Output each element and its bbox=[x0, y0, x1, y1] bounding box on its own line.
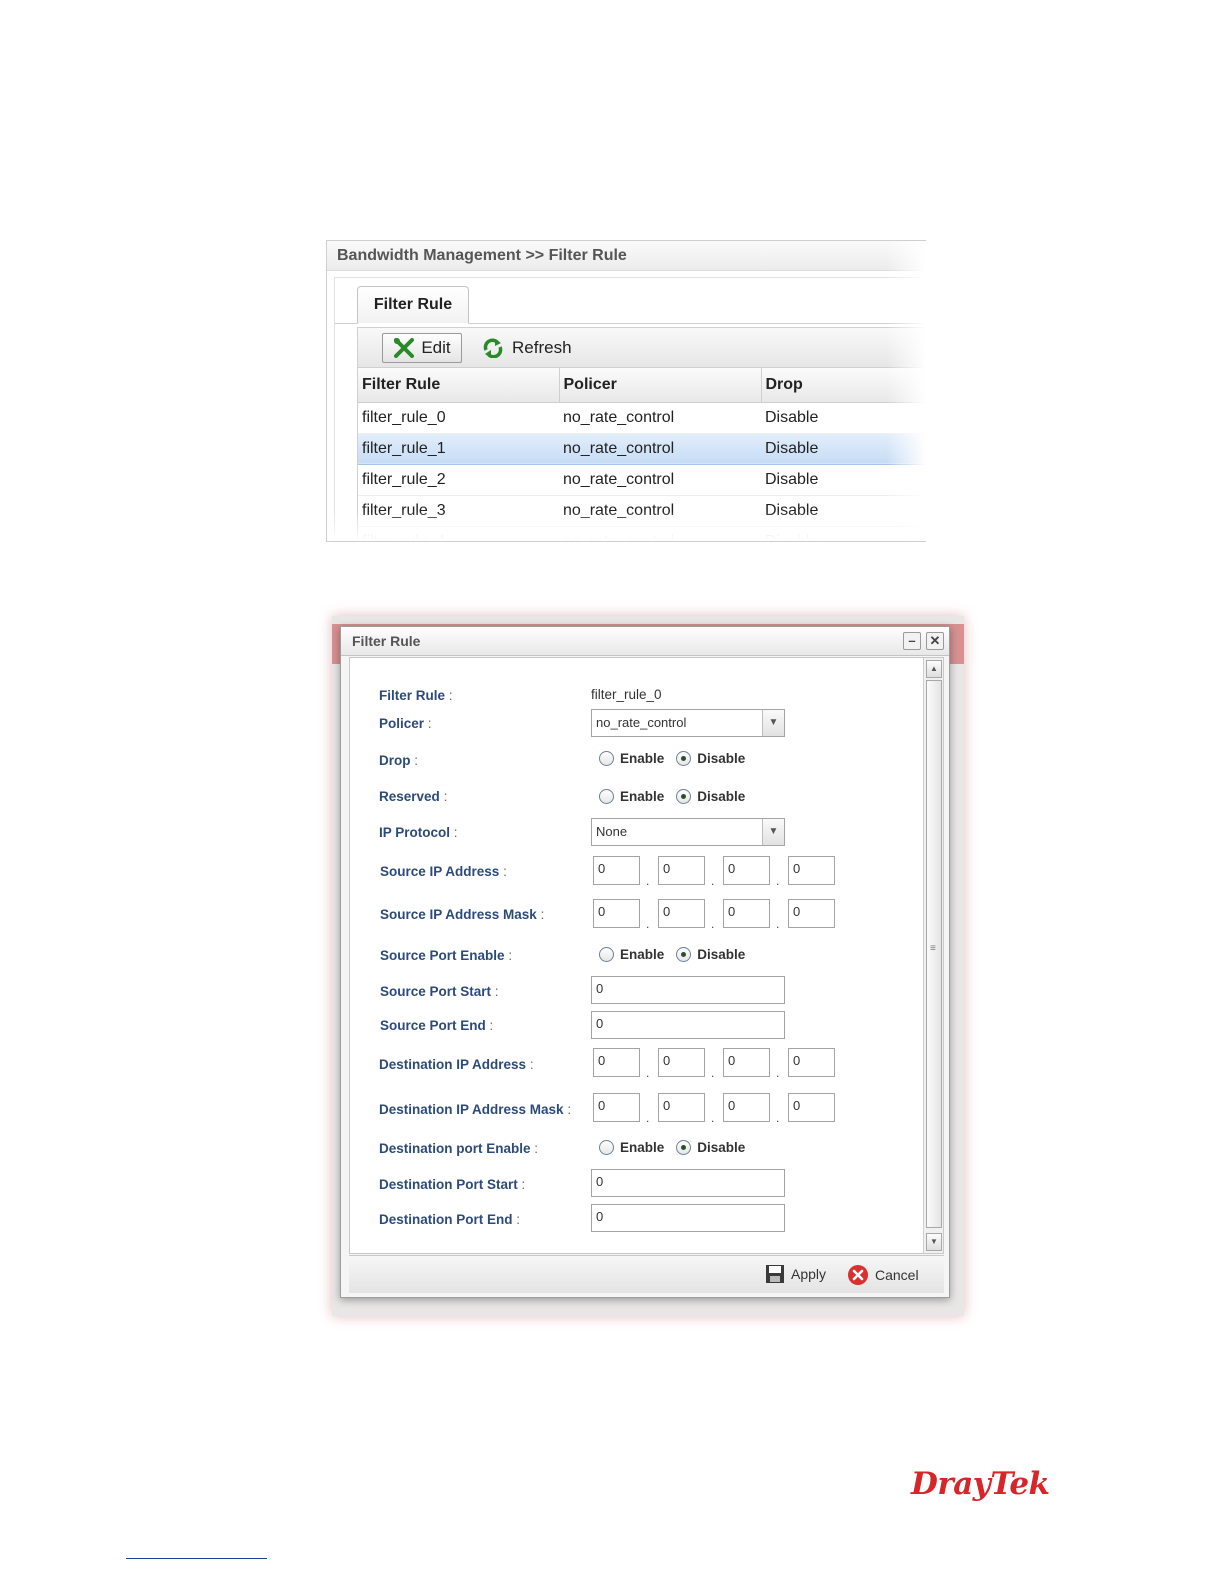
dest-ip-octet-3[interactable]: 0 bbox=[723, 1048, 770, 1077]
policer-select[interactable]: no_rate_control ▼ bbox=[591, 709, 785, 737]
cell-rule: filter_rule_2 bbox=[358, 464, 559, 496]
tab-filter-rule[interactable]: Filter Rule bbox=[357, 286, 469, 324]
chevron-down-icon[interactable]: ▼ bbox=[762, 819, 784, 845]
dest-mask-octet-3[interactable]: 0 bbox=[723, 1093, 770, 1122]
refresh-label: Refresh bbox=[512, 338, 572, 357]
dest-port-enable-radio[interactable]: Enable bbox=[599, 1140, 664, 1155]
toolbar: Edit Refresh bbox=[358, 328, 926, 368]
draytek-logo: DrayTek bbox=[911, 1466, 1050, 1502]
dest-ip-mask-label: Destination IP Address Mask : bbox=[379, 1102, 572, 1117]
source-port-start-input[interactable]: 0 bbox=[591, 976, 785, 1004]
source-port-enable-radio[interactable]: Enable bbox=[599, 947, 664, 962]
source-port-end-label: Source Port End : bbox=[380, 1018, 494, 1033]
reserved-radio-group: Enable Disable bbox=[599, 789, 757, 804]
edit-button[interactable]: Edit bbox=[382, 333, 462, 363]
dest-mask-octet-1[interactable]: 0 bbox=[593, 1093, 640, 1122]
scrollbar[interactable]: ▲ ≡ ▼ bbox=[923, 658, 943, 1253]
filter-rule-value: filter_rule_0 bbox=[591, 687, 662, 702]
source-mask-octet-1[interactable]: 0 bbox=[593, 899, 640, 928]
source-port-enable-label: Source Port Enable : bbox=[380, 948, 513, 963]
dest-port-disable-radio[interactable]: Disable bbox=[676, 1140, 745, 1155]
dest-port-enable-label: Destination port Enable : bbox=[379, 1141, 539, 1156]
policer-selected: no_rate_control bbox=[596, 715, 687, 730]
table-row[interactable]: filter_rule_2 no_rate_control Disable bbox=[358, 464, 926, 496]
ip-protocol-select[interactable]: None ▼ bbox=[591, 818, 785, 846]
apply-label: Apply bbox=[791, 1266, 827, 1282]
filter-rule-list-window: Bandwidth Management >> Filter Rule Filt… bbox=[326, 240, 926, 542]
edit-tools-icon bbox=[394, 338, 415, 358]
save-icon bbox=[766, 1265, 784, 1283]
source-mask-octet-4[interactable]: 0 bbox=[788, 899, 835, 928]
ip-protocol-selected: None bbox=[596, 824, 628, 839]
drop-radio-group: Enable Disable bbox=[599, 751, 757, 766]
policer-label: Policer : bbox=[379, 716, 432, 731]
drop-enable-radio[interactable]: Enable bbox=[599, 751, 664, 766]
source-ip-octet-3[interactable]: 0 bbox=[723, 856, 770, 885]
window-title: Bandwidth Management >> Filter Rule bbox=[327, 241, 926, 271]
chevron-down-icon[interactable]: ▼ bbox=[762, 710, 784, 736]
cell-policer: no_rate_control bbox=[559, 433, 761, 465]
drop-label: Drop : bbox=[379, 753, 419, 768]
source-port-end-input[interactable]: 0 bbox=[591, 1011, 785, 1039]
dest-mask-octet-4[interactable]: 0 bbox=[788, 1093, 835, 1122]
minimize-icon[interactable]: – bbox=[903, 632, 921, 650]
source-port-start-label: Source Port Start : bbox=[380, 984, 499, 999]
dest-ip-octet-4[interactable]: 0 bbox=[788, 1048, 835, 1077]
source-ip-octet-4[interactable]: 0 bbox=[788, 856, 835, 885]
edit-label: Edit bbox=[421, 338, 451, 357]
ip-protocol-label: IP Protocol : bbox=[379, 825, 458, 840]
scroll-down-icon[interactable]: ▼ bbox=[926, 1233, 942, 1251]
footer-link-underline[interactable] bbox=[126, 1558, 267, 1559]
table-row-selected[interactable]: filter_rule_1 no_rate_control Disable bbox=[358, 433, 926, 465]
close-icon[interactable]: ✕ bbox=[926, 632, 944, 650]
drop-disable-radio[interactable]: Disable bbox=[676, 751, 745, 766]
filter-rule-label: Filter Rule : bbox=[379, 688, 453, 703]
dest-port-start-label: Destination Port Start : bbox=[379, 1177, 526, 1192]
column-header[interactable]: Policer bbox=[559, 368, 762, 403]
dialog-title: Filter Rule bbox=[352, 633, 421, 649]
source-mask-octet-2[interactable]: 0 bbox=[658, 899, 705, 928]
cancel-icon bbox=[848, 1265, 868, 1285]
source-ip-label: Source IP Address : bbox=[380, 864, 507, 879]
cell-policer: no_rate_control bbox=[559, 402, 761, 434]
cancel-button[interactable]: Cancel bbox=[847, 1264, 919, 1286]
cancel-label: Cancel bbox=[875, 1267, 919, 1283]
dialog-body: ▲ ≡ ▼ Filter Rule : filter_rule_0 Police… bbox=[349, 657, 944, 1254]
dest-ip-label: Destination IP Address : bbox=[379, 1057, 534, 1072]
source-port-disable-radio[interactable]: Disable bbox=[676, 947, 745, 962]
source-ip-mask-label: Source IP Address Mask : bbox=[380, 907, 545, 922]
dest-port-end-input[interactable]: 0 bbox=[591, 1204, 785, 1232]
column-header[interactable]: Filter Rule bbox=[358, 368, 560, 403]
cell-rule: filter_rule_0 bbox=[358, 402, 559, 434]
dialog-title-bar: Filter Rule – ✕ bbox=[341, 627, 949, 656]
scroll-up-icon[interactable]: ▲ bbox=[926, 660, 942, 678]
dest-port-enable-radio-group: Enable Disable bbox=[599, 1140, 757, 1155]
refresh-icon bbox=[483, 338, 503, 358]
reserved-enable-radio[interactable]: Enable bbox=[599, 789, 664, 804]
table-row[interactable]: filter_rule_0 no_rate_control Disable bbox=[358, 402, 926, 434]
scroll-thumb[interactable]: ≡ bbox=[926, 680, 942, 1228]
apply-button[interactable]: Apply bbox=[765, 1264, 826, 1284]
dest-ip-octet-1[interactable]: 0 bbox=[593, 1048, 640, 1077]
refresh-button[interactable]: Refresh bbox=[482, 333, 572, 363]
cell-policer: no_rate_control bbox=[559, 464, 761, 496]
dialog-footer: Apply Cancel bbox=[349, 1255, 944, 1293]
reserved-disable-radio[interactable]: Disable bbox=[676, 789, 745, 804]
source-ip-octet-2[interactable]: 0 bbox=[658, 856, 705, 885]
cell-rule: filter_rule_1 bbox=[358, 433, 559, 465]
dest-port-start-input[interactable]: 0 bbox=[591, 1169, 785, 1197]
dest-port-end-label: Destination Port End : bbox=[379, 1212, 521, 1227]
dest-mask-octet-2[interactable]: 0 bbox=[658, 1093, 705, 1122]
source-port-enable-radio-group: Enable Disable bbox=[599, 947, 757, 962]
source-ip-octet-1[interactable]: 0 bbox=[593, 856, 640, 885]
list-content: Edit Refresh Filter Rule Policer Drop fi… bbox=[357, 327, 926, 541]
filter-rule-dialog: Filter Rule – ✕ ▲ ≡ ▼ Filter Rule : filt… bbox=[340, 626, 950, 1298]
dest-ip-octet-2[interactable]: 0 bbox=[658, 1048, 705, 1077]
reserved-label: Reserved : bbox=[379, 789, 448, 804]
source-mask-octet-3[interactable]: 0 bbox=[723, 899, 770, 928]
